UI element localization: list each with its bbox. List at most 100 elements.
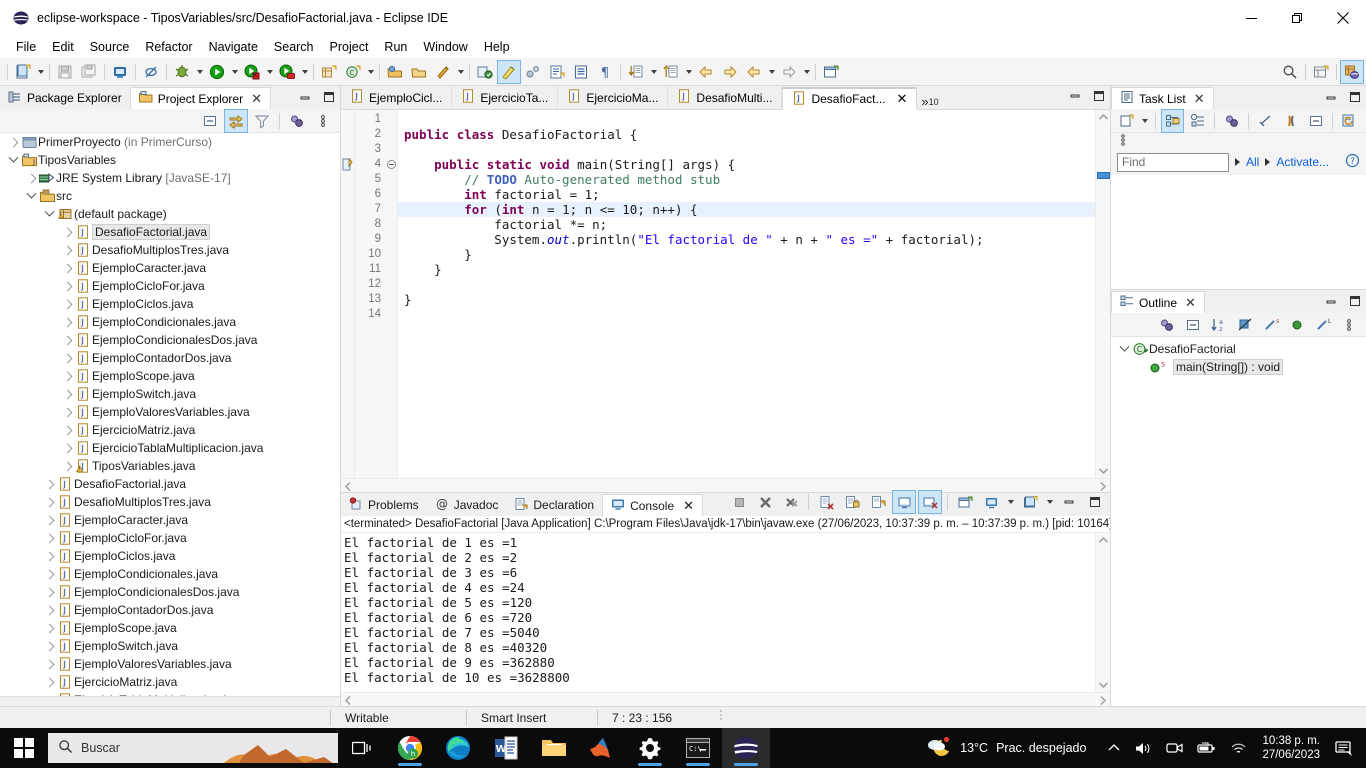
skip-breakpoints-button[interactable]: [431, 60, 455, 84]
tree-item[interactable]: J EjemploCiclos.java: [0, 547, 340, 565]
tab-task-list[interactable]: Task List ✕: [1111, 87, 1214, 109]
minimize-icon[interactable]: [1068, 90, 1082, 105]
close-icon[interactable]: ✕: [896, 91, 907, 107]
sort-icon[interactable]: az: [1207, 313, 1231, 337]
close-icon[interactable]: ✕: [1194, 91, 1205, 107]
tree-item[interactable]: J EjemploCicloFor.java: [0, 277, 340, 295]
clear-console-icon[interactable]: [814, 490, 838, 514]
tree-twisty[interactable]: [60, 247, 74, 254]
tree-item[interactable]: J! TiposVariables.java: [0, 457, 340, 475]
pin-console-icon[interactable]: [892, 490, 916, 514]
minimize-icon[interactable]: [298, 92, 312, 106]
previous-annotation-button[interactable]: [659, 60, 683, 84]
scroll-lock-icon[interactable]: [840, 490, 864, 514]
tree-twisty[interactable]: [60, 337, 74, 344]
eclipse-icon[interactable]: [722, 728, 770, 768]
tree-twisty[interactable]: [60, 427, 74, 434]
scroll-down-icon[interactable]: [1096, 678, 1110, 692]
tree-twisty[interactable]: [6, 157, 20, 164]
next-edit-button[interactable]: [777, 60, 801, 84]
remove-launch-icon[interactable]: [753, 490, 777, 514]
quickfix-marker-icon[interactable]: [342, 157, 353, 171]
tree-item[interactable]: J EjemploCicloFor.java: [0, 529, 340, 547]
hide-local-types-icon[interactable]: L: [1311, 313, 1335, 337]
tree-twisty[interactable]: [42, 661, 56, 668]
tree-item[interactable]: J EjemploValoresVariables.java: [0, 403, 340, 421]
tree-item[interactable]: J EjemploScope.java: [0, 619, 340, 637]
tree-twisty[interactable]: [42, 499, 56, 506]
new-console-dropdown[interactable]: [1044, 490, 1055, 514]
tree-twisty[interactable]: [24, 175, 38, 182]
link-button[interactable]: [521, 60, 545, 84]
wifi-icon[interactable]: [1223, 741, 1254, 755]
tree-item[interactable]: J EjemploCondicionalesDos.java: [0, 331, 340, 349]
pin-editor-button[interactable]: [473, 60, 497, 84]
tree-twisty[interactable]: [60, 445, 74, 452]
focus-on-active-task-icon[interactable]: [1155, 313, 1179, 337]
tree-item[interactable]: JRE System Library [JavaSE-17]: [0, 169, 340, 187]
hide-fields-icon[interactable]: [1233, 313, 1257, 337]
debug-dropdown[interactable]: [194, 60, 205, 84]
maximize-icon[interactable]: [322, 91, 336, 106]
maximize-icon[interactable]: [1348, 91, 1362, 106]
new-class-dropdown[interactable]: [365, 60, 376, 84]
code-line[interactable]: for (int n = 1; n <= 10; n++) {: [398, 202, 1095, 217]
tree-item[interactable]: J EjemploCondicionales.java: [0, 313, 340, 331]
new-editor-button[interactable]: [819, 60, 843, 84]
code-line[interactable]: [398, 307, 1095, 322]
new-task-icon[interactable]: [1115, 109, 1138, 133]
scroll-left-icon[interactable]: [343, 481, 353, 491]
tree-item[interactable]: J EjercicioMatriz.java: [0, 421, 340, 439]
tab-outline[interactable]: Outline ✕: [1111, 291, 1205, 313]
open-console-icon[interactable]: [979, 490, 1003, 514]
tree-twisty[interactable]: [42, 643, 56, 650]
tree-item[interactable]: J TiposVariables: [0, 151, 340, 169]
new-wizard-button[interactable]: [11, 60, 35, 84]
code-line[interactable]: }: [398, 292, 1095, 307]
editor-tab-overflow[interactable]: » 10: [917, 94, 942, 109]
editor-tab[interactable]: J EjercicioTa...: [452, 86, 559, 109]
show-hidden-icons-icon[interactable]: [1100, 741, 1128, 755]
tree-twisty[interactable]: [42, 571, 56, 578]
tree-item[interactable]: J EjemploCaracter.java: [0, 511, 340, 529]
new-class-button[interactable]: C: [341, 60, 365, 84]
scroll-up-icon[interactable]: [1096, 533, 1110, 547]
run-button[interactable]: [205, 60, 229, 84]
collapse-all-icon[interactable]: [1181, 313, 1205, 337]
tree-twisty[interactable]: [42, 625, 56, 632]
tree-twisty[interactable]: [60, 301, 74, 308]
display-selected-console-icon[interactable]: [918, 490, 942, 514]
tree-twisty[interactable]: [60, 229, 74, 236]
tree-item[interactable]: J EjemploScope.java: [0, 367, 340, 385]
next-edit-dropdown[interactable]: [801, 60, 812, 84]
collapse-all-icon[interactable]: [198, 109, 222, 133]
show-whitespace-characters-button[interactable]: ¶: [593, 60, 617, 84]
focus-on-workweek-icon[interactable]: [1220, 109, 1243, 133]
tree-twisty[interactable]: [60, 391, 74, 398]
view-menu-icon[interactable]: [1116, 133, 1130, 150]
save-button[interactable]: [53, 60, 77, 84]
open-task-button[interactable]: [407, 60, 431, 84]
tree-item[interactable]: J EjemploCaracter.java: [0, 259, 340, 277]
close-icon[interactable]: ✕: [1185, 295, 1196, 311]
windows-start-icon[interactable]: [0, 728, 48, 768]
tree-twisty[interactable]: [60, 355, 74, 362]
open-task-list-button[interactable]: [569, 60, 593, 84]
tree-twisty[interactable]: [60, 265, 74, 272]
java-perspective-icon[interactable]: [1340, 59, 1364, 84]
tree-twisty[interactable]: [42, 553, 56, 560]
quick-access-search-icon[interactable]: [1278, 60, 1302, 84]
weather-widget[interactable]: 13°C Prac. despejado: [926, 736, 1100, 761]
previous-annotation-dropdown[interactable]: [683, 60, 694, 84]
editor-tab[interactable]: J EjemploCicl...: [341, 86, 453, 109]
tree-twisty[interactable]: [60, 373, 74, 380]
console-tab[interactable]: Console ✕: [602, 494, 704, 516]
save-all-button[interactable]: [77, 60, 101, 84]
tree-item[interactable]: J EjemploSwitch.java: [0, 385, 340, 403]
maximize-icon[interactable]: [1092, 90, 1106, 105]
edge-icon[interactable]: [434, 728, 482, 768]
overview-ruler-marker[interactable]: [1097, 172, 1110, 179]
back-button[interactable]: [694, 60, 718, 84]
tree-item[interactable]: J EjemploCiclos.java: [0, 295, 340, 313]
maximize-icon[interactable]: [1348, 295, 1362, 310]
